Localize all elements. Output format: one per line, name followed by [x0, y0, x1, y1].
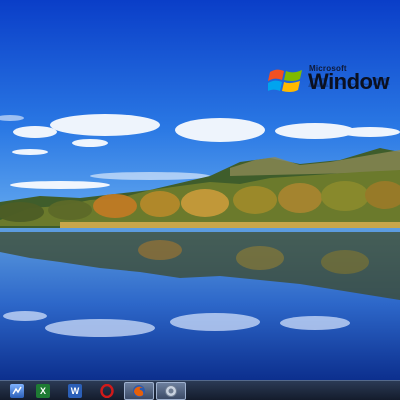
logo-product-reflection: Window — [308, 75, 390, 90]
excel-icon: X — [36, 384, 50, 398]
taskbar-settings-button[interactable] — [156, 382, 186, 400]
settings-icon — [164, 384, 178, 398]
taskbar: X W — [0, 380, 400, 400]
taskbar-excel-button[interactable]: X — [28, 382, 58, 400]
app-icon — [10, 384, 24, 398]
desktop-wallpaper — [0, 0, 400, 380]
opera-icon — [100, 384, 114, 398]
taskbar-opera-button[interactable] — [92, 382, 122, 400]
taskbar-firefox-button[interactable] — [124, 382, 154, 400]
windows-logo: Microsoft Window Window — [268, 64, 400, 104]
taskbar-word-button[interactable]: W — [60, 382, 90, 400]
firefox-icon — [132, 384, 146, 398]
word-icon: W — [68, 384, 82, 398]
windows-flag-icon — [268, 69, 302, 92]
